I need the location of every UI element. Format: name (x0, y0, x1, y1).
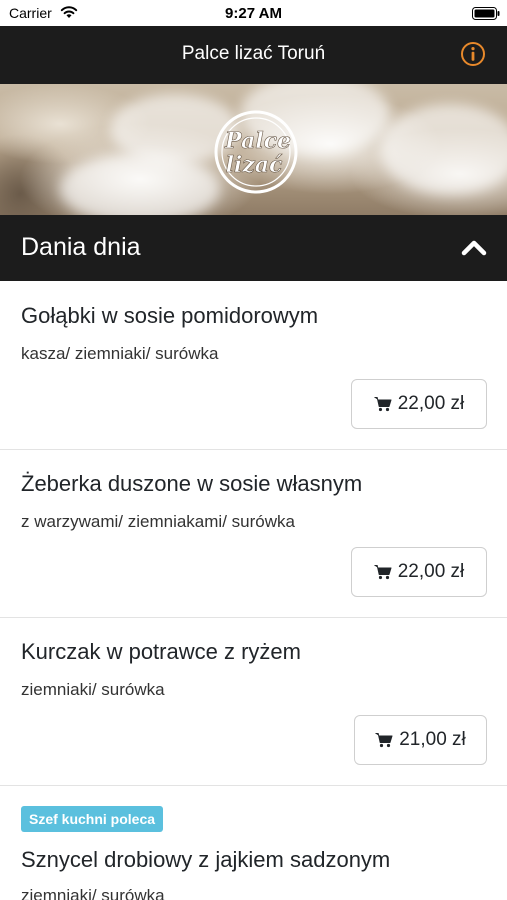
chef-recommends-badge: Szef kuchni poleca (21, 806, 164, 832)
status-bar: Carrier 9:27 AM (0, 0, 507, 26)
svg-text:Palce: Palce (224, 128, 291, 154)
restaurant-logo: Palce lizać (214, 110, 298, 194)
list-item: Gołąbki w sosie pomidorowym kasza/ ziemn… (0, 281, 507, 450)
cart-icon (374, 565, 392, 580)
price-label: 21,00 zł (399, 729, 466, 750)
dish-name: Gołąbki w sosie pomidorowym (21, 303, 319, 328)
list-item: Sznycel drobiowy z jajkiem sadzonym ziem… (0, 786, 507, 900)
section-title: Dania dnia (21, 233, 141, 261)
list-item: Żeberka duszone w sosie własnym z warzyw… (0, 450, 507, 618)
cart-icon (374, 397, 392, 412)
dish-description: z warzywami/ ziemniakami/ surówka (21, 512, 295, 531)
cart-icon (375, 733, 393, 748)
list-item: Kurczak w potrawce z ryżem ziemniaki/ su… (0, 618, 507, 786)
dish-name: Żeberka duszone w sosie własnym (21, 471, 363, 496)
add-to-cart-button[interactable]: 21,00 zł (354, 715, 487, 765)
dish-description: ziemniaki/ surówka (21, 680, 165, 699)
add-to-cart-button[interactable]: 22,00 zł (351, 547, 487, 597)
hero-banner: Palce lizać (0, 84, 507, 215)
section-header-daily-dishes[interactable]: Dania dnia (0, 215, 507, 281)
add-to-cart-button[interactable]: 22,00 zł (351, 379, 487, 429)
dish-name: Kurczak w potrawce z ryżem (21, 639, 301, 664)
dish-name: Sznycel drobiowy z jajkiem sadzonym (21, 847, 391, 872)
battery-icon (472, 7, 500, 20)
price-label: 22,00 zł (397, 393, 465, 414)
dish-description: ziemniaki/ surówka (21, 886, 165, 900)
price-label: 22,00 zł (397, 561, 465, 582)
dish-description: kasza/ ziemniaki/ surówka (21, 344, 219, 363)
nav-bar: Palce lizać Toruń (0, 26, 507, 84)
chevron-up-icon[interactable] (457, 231, 491, 265)
info-icon[interactable] (459, 40, 487, 68)
clock: 9:27 AM (225, 5, 282, 22)
nav-title: Palce lizać Toruń (181, 43, 326, 64)
svg-text:lizać: lizać (226, 152, 283, 178)
